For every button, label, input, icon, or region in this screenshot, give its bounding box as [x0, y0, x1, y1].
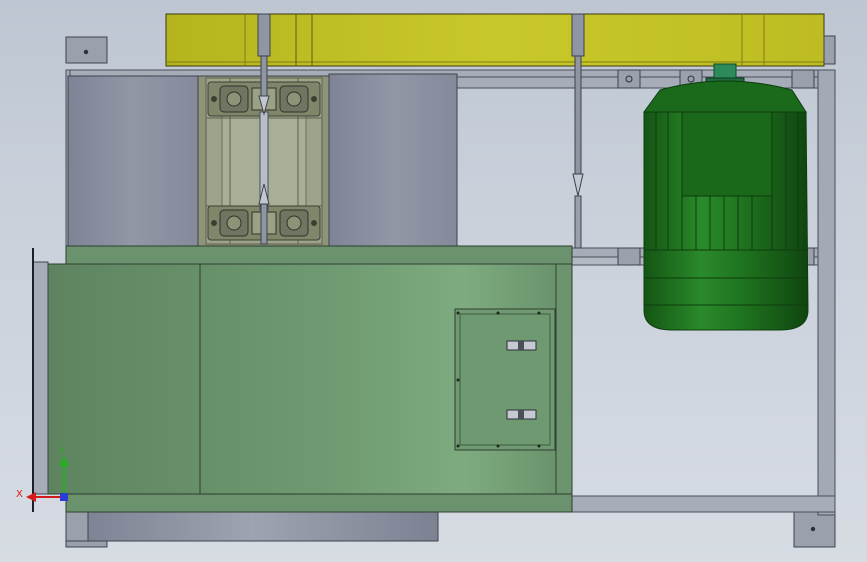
assembly-drawing: Y X	[16, 13, 836, 548]
x-axis-arrow	[26, 492, 36, 502]
access-panel	[454, 308, 556, 451]
cad-viewport[interactable]: Y X	[0, 0, 867, 562]
electric-motor	[643, 63, 809, 331]
z-axis-marker	[60, 493, 68, 501]
fan-housing	[32, 245, 573, 513]
x-axis-label: X	[16, 489, 23, 500]
y-axis-label: Y	[58, 446, 66, 457]
